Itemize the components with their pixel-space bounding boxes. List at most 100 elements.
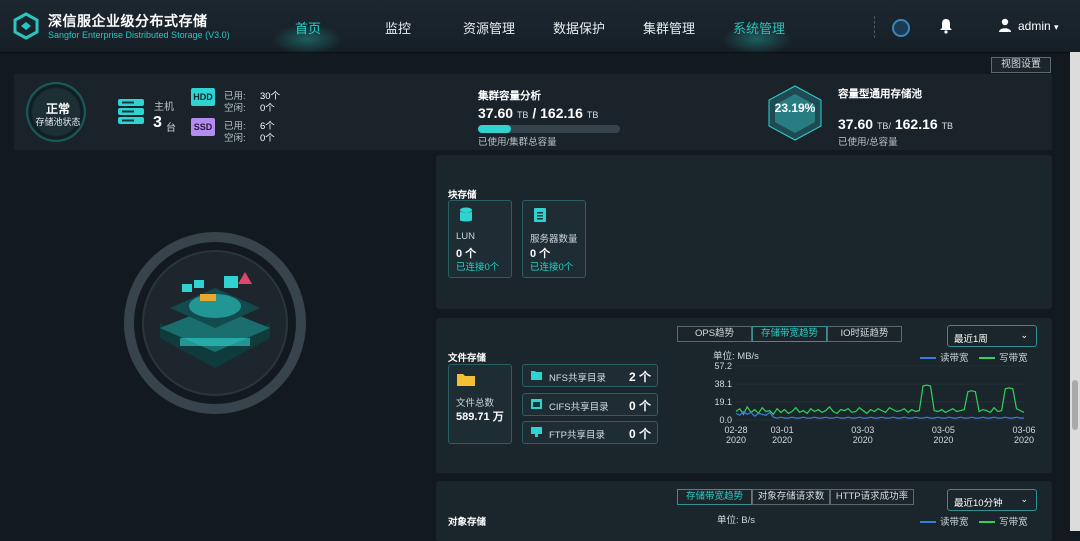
- hdd-free-value: 0个: [260, 103, 275, 114]
- user-icon[interactable]: [998, 18, 1012, 32]
- nav-monitor[interactable]: 监控: [385, 18, 411, 37]
- ftp-share-label: FTP共享目录: [549, 430, 605, 441]
- object-time-range-select[interactable]: 最近10分钟 ⌄: [947, 489, 1037, 511]
- file-storage-title: 文件存储: [448, 353, 487, 364]
- write-bandwidth-series-line: [735, 384, 1025, 416]
- write-legend-swatch: [979, 357, 996, 360]
- nav-resource-management[interactable]: 资源管理: [463, 18, 515, 37]
- read-bandwidth-series-line: [735, 410, 1024, 419]
- nav-data-protection[interactable]: 数据保护: [553, 18, 605, 37]
- object-read-legend-swatch: [920, 521, 936, 524]
- tab-object-requests[interactable]: 对象存储请求数: [752, 489, 830, 505]
- pool-usage-percent: 23.19%: [774, 101, 816, 115]
- object-chart-legend: 读带宽 写带宽: [920, 514, 1028, 528]
- pool-used-unit: TB/: [876, 121, 891, 131]
- pool-total: 162.16: [894, 116, 938, 132]
- ftp-monitor-icon: [531, 427, 542, 437]
- brand-title: 深信服企业级分布式存储: [48, 13, 208, 29]
- pool-used: 37.60: [838, 116, 874, 132]
- x-tick-date: 03-01: [771, 425, 794, 435]
- nav-cluster-management[interactable]: 集群管理: [643, 18, 695, 37]
- object-storage-title: 对象存储: [448, 517, 487, 528]
- chevron-down-icon: ⌄: [1020, 330, 1028, 340]
- cifs-window-icon: [531, 399, 542, 409]
- cluster-capacity-bar-fill: [478, 125, 511, 133]
- x-tick-year: 2020: [853, 435, 873, 445]
- x-tick-year: 2020: [772, 435, 792, 445]
- ftp-share-row[interactable]: FTP共享目录 0 个: [522, 421, 658, 444]
- host-unit: 台: [166, 123, 176, 134]
- pool-title: 容量型通用存储池: [838, 88, 922, 100]
- bandwidth-line-chart: 57.238.119.10.002-28202003-01202003-0320…: [714, 362, 1035, 445]
- tab-ops-trend[interactable]: OPS趋势: [677, 326, 752, 342]
- object-write-legend-swatch: [979, 521, 996, 524]
- ssd-free-label: 空闲:: [224, 133, 246, 144]
- y-tick-label: 0.0: [719, 415, 732, 425]
- x-tick-year: 2020: [1014, 435, 1034, 445]
- cifs-share-row[interactable]: CIFS共享目录 0 个: [522, 393, 658, 416]
- page-scrollbar[interactable]: [1070, 52, 1080, 531]
- cluster-capacity-bar: [478, 125, 620, 133]
- database-icon: [460, 207, 472, 222]
- cluster-capacity-caption: 已使用/集群总容量: [478, 137, 557, 148]
- block-storage-title: 块存储: [448, 190, 477, 201]
- object-write-legend-label: 写带宽: [999, 517, 1028, 528]
- cluster-capacity-title: 集群容量分析: [478, 90, 541, 102]
- ssd-free-value: 0个: [260, 133, 275, 144]
- y-tick-label: 19.1: [714, 397, 732, 407]
- cluster-total: 162.16: [540, 105, 583, 121]
- x-tick-date: 03-06: [1012, 425, 1035, 435]
- nav-home[interactable]: 首页: [295, 18, 321, 37]
- host-count: 3: [153, 114, 162, 131]
- nfs-share-label: NFS共享目录: [549, 373, 607, 384]
- sangfor-logo-icon: [13, 12, 39, 40]
- read-legend-swatch: [920, 357, 936, 360]
- chevron-down-icon: ▾: [1054, 22, 1059, 32]
- x-tick-date: 03-05: [932, 425, 955, 435]
- ftp-share-value: 0 个: [628, 427, 651, 441]
- object-chart-unit-label: 单位: B/s: [717, 515, 756, 526]
- user-menu[interactable]: admin ▾: [1018, 19, 1059, 33]
- file-total-value: 589.71 万: [456, 411, 504, 423]
- tab-http-success-rate[interactable]: HTTP请求成功率: [830, 489, 914, 505]
- nfs-share-value: 2 个: [628, 370, 651, 384]
- folder-icon: [457, 374, 475, 386]
- pool-capacity-values: 37.60 TB/ 162.16 TB: [838, 116, 953, 132]
- theme-toggle-icon[interactable]: [892, 19, 910, 37]
- nav-divider: [874, 16, 875, 38]
- cluster-sep: /: [532, 105, 537, 121]
- nfs-share-row[interactable]: NFS共享目录 2 个: [522, 364, 658, 387]
- page-scrollbar-thumb[interactable]: [1072, 380, 1078, 430]
- storage-cluster-illustration: [124, 232, 306, 414]
- lun-connected-link[interactable]: 已连接0个: [456, 259, 499, 273]
- y-tick-label: 38.1: [714, 379, 732, 389]
- y-tick-label: 57.2: [714, 362, 732, 371]
- cluster-used: 37.60: [478, 105, 514, 121]
- tab-bandwidth-trend[interactable]: 存储带宽趋势: [752, 326, 827, 342]
- x-tick-year: 2020: [933, 435, 953, 445]
- time-range-value: 最近1周: [954, 334, 988, 345]
- tab-io-latency-trend[interactable]: IO时延趋势: [827, 326, 902, 342]
- cluster-used-unit: TB: [516, 110, 529, 120]
- x-tick-year: 2020: [726, 435, 746, 445]
- nav-system-management[interactable]: 系统管理: [733, 18, 785, 37]
- nfs-folder-icon: [531, 371, 542, 380]
- file-total-label: 文件总数: [456, 398, 495, 409]
- lun-label: LUN: [456, 231, 476, 242]
- cifs-share-value: 0 个: [628, 399, 651, 413]
- pool-status-label: 存储池状态: [35, 117, 81, 127]
- object-read-legend-label: 读带宽: [940, 517, 969, 528]
- cifs-share-label: CIFS共享目录: [549, 402, 609, 413]
- bell-icon[interactable]: [938, 18, 954, 34]
- view-settings-button[interactable]: 视图设置: [991, 57, 1051, 73]
- chevron-down-icon: ⌄: [1020, 494, 1028, 504]
- document-server-icon: [534, 208, 546, 222]
- object-time-range-value: 最近10分钟: [954, 498, 1003, 509]
- brand-subtitle: Sangfor Enterprise Distributed Storage (…: [48, 30, 230, 40]
- host-label: 主机: [154, 102, 174, 113]
- pool-capacity-caption: 已使用/总容量: [838, 137, 898, 148]
- server-connected-link[interactable]: 已连接0个: [530, 259, 573, 273]
- cluster-total-unit: TB: [586, 110, 599, 120]
- tab-object-bandwidth-trend[interactable]: 存储带宽趋势: [677, 489, 752, 505]
- time-range-select[interactable]: 最近1周 ⌄: [947, 325, 1037, 347]
